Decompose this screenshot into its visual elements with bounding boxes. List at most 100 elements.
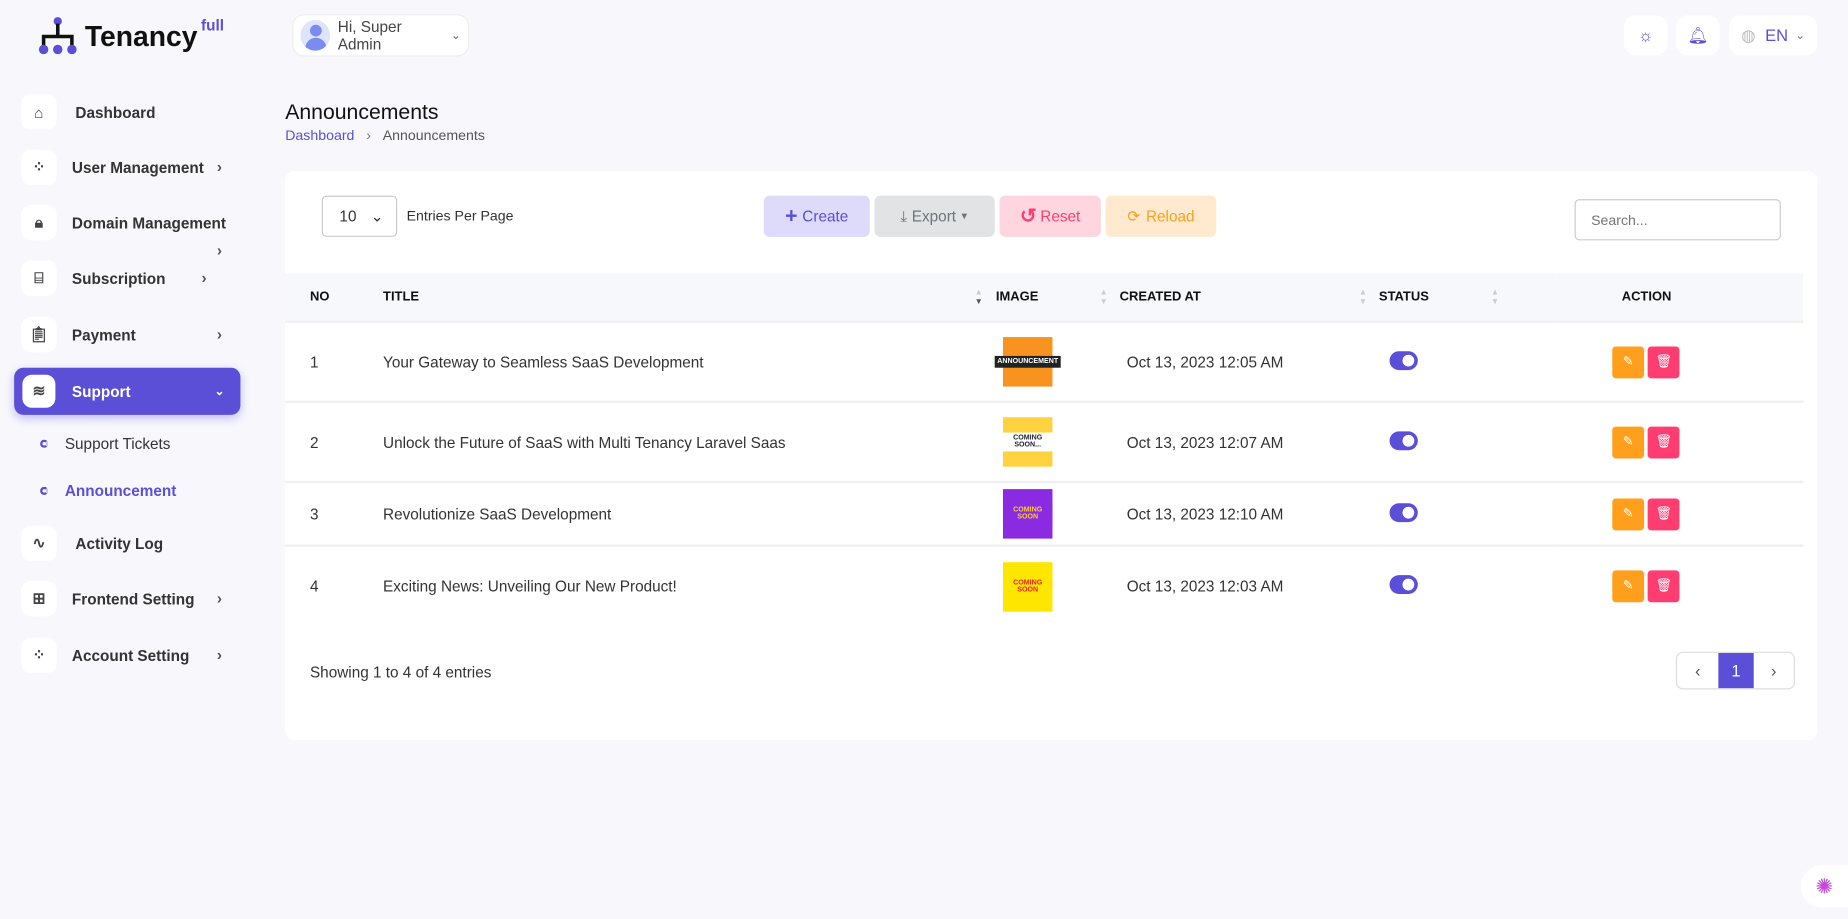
edit-button[interactable]: ✎ bbox=[1612, 345, 1645, 378]
user-menu[interactable]: Hi, Super Admin ⌄ bbox=[292, 14, 470, 57]
thumbnail-text: COMING SOON bbox=[1002, 504, 1053, 524]
table-header-row: NO TITLE ▲ ▼ IMAGE ▲ ▼ CREATED AT ▲ ▼ STATUS ▲ ▼… bbox=[285, 273, 1804, 322]
cell-no: 3 bbox=[285, 480, 384, 546]
status-toggle[interactable] bbox=[1389, 350, 1418, 370]
sidebar-item-subscription[interactable]: ⌸ Subscription › bbox=[21, 258, 240, 298]
export-label: Export bbox=[911, 207, 957, 226]
trash-icon: 🗑︎ bbox=[1655, 506, 1672, 521]
bullet-icon bbox=[40, 486, 49, 495]
header-created-at[interactable]: CREATED AT ▲ ▼ bbox=[1119, 273, 1379, 322]
entries-info: Showing 1 to 4 of 4 entries bbox=[309, 663, 492, 682]
chevron-down-icon: ⌄ bbox=[1795, 28, 1806, 42]
delete-button[interactable]: 🗑︎ bbox=[1647, 345, 1680, 378]
cell-image: COMING SOON bbox=[995, 544, 1120, 626]
chevron-right-icon: › bbox=[216, 157, 222, 176]
sort-icon: ▲ ▼ bbox=[1099, 288, 1108, 307]
reset-button[interactable]: ↺ Reset bbox=[999, 195, 1101, 237]
sidebar-item-activity-log[interactable]: ∿ Activity Log bbox=[21, 523, 240, 563]
cell-action: ✎ 🗑︎ bbox=[1555, 320, 1804, 402]
chevron-right-icon: › bbox=[201, 268, 207, 287]
breadcrumb: Dashboard › Announcements bbox=[285, 127, 485, 143]
sidebar-item-account-setting[interactable]: ⁘ Account Setting › bbox=[21, 635, 240, 675]
reload-label: Reload bbox=[1145, 207, 1195, 226]
status-toggle[interactable] bbox=[1389, 430, 1418, 450]
grid-icon: ⁘ bbox=[21, 149, 57, 186]
sidebar-item-dashboard[interactable]: ⌂ Dashboard bbox=[21, 92, 240, 132]
sidebar-item-label: Account Setting bbox=[71, 646, 190, 665]
entries-select[interactable]: 10 ⌄ bbox=[321, 195, 398, 237]
trash-icon: 🗑︎ bbox=[1655, 434, 1672, 449]
breadcrumb-dashboard-link[interactable]: Dashboard bbox=[285, 127, 354, 143]
chevron-right-icon: › bbox=[216, 645, 222, 664]
export-button[interactable]: ⤓ Export ▼ bbox=[874, 195, 995, 237]
notifications-button[interactable]: 🔔︎ bbox=[1675, 15, 1720, 56]
sidebar-item-user-management[interactable]: ⁘ User Management › bbox=[21, 147, 240, 187]
header-action: ACTION bbox=[1555, 273, 1804, 322]
trash-icon: 🗑︎ bbox=[1655, 354, 1672, 369]
brand-name: Tenancy bbox=[84, 21, 198, 54]
table-row: 1 Your Gateway to Seamless SaaS Developm… bbox=[285, 320, 1804, 402]
assistant-brain-button[interactable]: ✺ bbox=[1800, 865, 1848, 908]
delete-button[interactable]: 🗑︎ bbox=[1647, 426, 1680, 458]
brain-icon: ✺ bbox=[1815, 873, 1834, 898]
delete-button[interactable]: 🗑︎ bbox=[1647, 570, 1680, 603]
next-page-button[interactable]: › bbox=[1754, 653, 1794, 688]
search-input[interactable] bbox=[1574, 199, 1781, 241]
caret-down-icon: ▼ bbox=[959, 210, 969, 222]
page-title: Announcements bbox=[285, 100, 439, 124]
sidebar-item-frontend-setting[interactable]: ⊞ Frontend Setting › bbox=[21, 579, 240, 619]
cell-status bbox=[1378, 320, 1556, 402]
create-button[interactable]: + Create bbox=[763, 195, 870, 237]
prev-page-button[interactable]: ‹ bbox=[1677, 653, 1718, 688]
download-icon: ⤓ bbox=[900, 206, 908, 225]
chevron-right-icon: › bbox=[366, 127, 371, 144]
theme-toggle-button[interactable]: ☼ bbox=[1624, 15, 1668, 56]
cell-no: 2 bbox=[285, 400, 384, 483]
header-image-label: IMAGE bbox=[995, 289, 1039, 305]
announcement-thumbnail[interactable]: COMING SOON bbox=[1002, 489, 1053, 539]
edit-icon: ✎ bbox=[1622, 578, 1634, 593]
sort-icon: ▲ ▼ bbox=[974, 288, 983, 307]
sidebar-item-support[interactable]: ≋ Support ⌄ bbox=[14, 367, 241, 415]
sidebar-subitem-support-tickets[interactable]: Support Tickets bbox=[40, 435, 170, 453]
cell-status bbox=[1378, 400, 1556, 483]
apps-icon: ⁘ bbox=[21, 637, 57, 673]
cell-created-at: Oct 13, 2023 12:10 AM bbox=[1119, 480, 1379, 546]
cell-no: 1 bbox=[285, 320, 384, 402]
cell-status bbox=[1378, 480, 1556, 546]
announcement-thumbnail[interactable]: COMING SOON bbox=[1002, 561, 1053, 612]
logo-icon bbox=[38, 17, 77, 55]
sidebar-item-domain-management[interactable]: 🔒︎ Domain Management › bbox=[21, 203, 240, 259]
home-icon: ⌂ bbox=[21, 94, 57, 130]
sidebar-item-payment[interactable]: 📋︎ Payment › bbox=[21, 315, 240, 355]
avatar bbox=[300, 20, 330, 51]
reload-button[interactable]: ⟳ Reload bbox=[1105, 195, 1217, 237]
cell-title: Revolutionize SaaS Development bbox=[383, 480, 996, 546]
logo[interactable]: Tenancy full bbox=[38, 16, 224, 55]
announcement-thumbnail[interactable]: COMING SOON... bbox=[1002, 417, 1053, 467]
edit-button[interactable]: ✎ bbox=[1612, 497, 1645, 530]
header-no[interactable]: NO bbox=[285, 273, 384, 322]
sidebar-item-label: Support bbox=[71, 382, 131, 401]
language-select[interactable]: ◍ EN ⌄ bbox=[1728, 15, 1818, 56]
edit-icon: ✎ bbox=[1622, 434, 1634, 449]
status-toggle[interactable] bbox=[1389, 502, 1418, 522]
entries-value: 10 bbox=[339, 207, 357, 226]
thumbnail-text: COMING SOON bbox=[1002, 576, 1053, 596]
edit-button[interactable]: ✎ bbox=[1612, 426, 1645, 458]
gift-icon: ⌸ bbox=[21, 260, 57, 296]
page-1-button[interactable]: 1 bbox=[1718, 652, 1754, 689]
reset-label: Reset bbox=[1040, 207, 1081, 226]
delete-button[interactable]: 🗑︎ bbox=[1647, 497, 1680, 530]
announcement-thumbnail[interactable]: ANNOUNCEMENT bbox=[994, 337, 1061, 387]
sidebar-item-label: User Management bbox=[71, 158, 204, 177]
announcements-card: 10 ⌄ Entries Per Page + Create ⤓ Export ▼ ↺ R… bbox=[285, 170, 1818, 741]
cell-image: COMING SOON bbox=[995, 480, 1120, 546]
header-title[interactable]: TITLE ▲ ▼ bbox=[383, 273, 996, 322]
announcements-table: NO TITLE ▲ ▼ IMAGE ▲ ▼ CREATED AT ▲ ▼ STATUS ▲ ▼… bbox=[285, 273, 1804, 626]
edit-button[interactable]: ✎ bbox=[1612, 570, 1645, 603]
sidebar-item-label: Domain Management bbox=[71, 213, 226, 232]
status-toggle[interactable] bbox=[1389, 575, 1418, 594]
header-status[interactable]: STATUS ▲ ▼ bbox=[1378, 273, 1556, 322]
sidebar-subitem-announcement[interactable]: Announcement bbox=[40, 482, 176, 500]
